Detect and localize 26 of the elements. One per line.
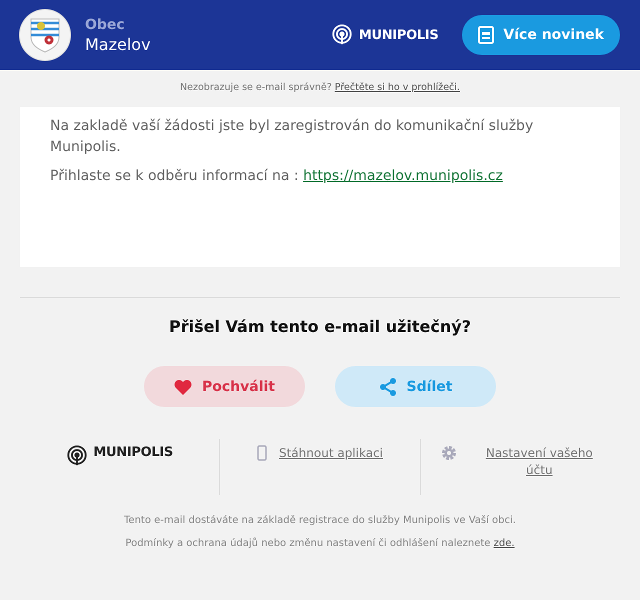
like-button[interactable]: Pochválit: [144, 366, 305, 407]
broadcast-icon: [66, 445, 88, 467]
registration-note: Tento e-mail dostáváte na základě registrace do služby Munipolis ve Vaší obci.: [123, 515, 517, 527]
terms-link[interactable]: zde.: [494, 538, 515, 549]
download-app-link[interactable]: Stáhnout aplikaci: [278, 445, 383, 462]
account-settings-link[interactable]: Nastavení vašeho účtu: [479, 445, 600, 479]
municipality-label: Obec: [85, 16, 126, 32]
message-text: Na zakladě vaší žádosti jste byl zaregistrován do komunikační služby Munipolis.: [50, 117, 534, 157]
feedback-question: Přišel Vám tento e-mail užitečný?: [168, 317, 472, 336]
subscribe-text: Přihlaste se k odběru informací na : https://mazelov.munipolis.cz: [50, 167, 504, 186]
browser-link[interactable]: Přečtěte si ho v prohlížeči.: [334, 82, 460, 93]
share-button[interactable]: Sdílet: [335, 366, 496, 407]
more-news-button[interactable]: Více novinek: [462, 15, 620, 55]
portal-link[interactable]: https://mazelov.munipolis.cz: [303, 168, 503, 184]
newspaper-icon: [478, 26, 494, 44]
brand-name: MUNIPOLIS: [358, 28, 438, 42]
settings-icon: [441, 445, 458, 461]
brand-name: MUNIPOLIS: [93, 445, 173, 460]
terms-text: Podmínky a ochrana údajů nebo změnu nastavení či odhlášení naleznete zde.: [124, 538, 516, 550]
heart-icon: [174, 378, 192, 394]
preheader-text: Nezobrazuje se e-mail správně? Přečtěte si ho v prohlížeči.: [180, 82, 460, 93]
coat-of-arms-icon: [20, 10, 70, 60]
municipality-name: Mazelov: [85, 34, 152, 54]
broadcast-icon: [330, 24, 353, 46]
share-icon: [378, 378, 397, 396]
phone-icon: [256, 445, 267, 461]
